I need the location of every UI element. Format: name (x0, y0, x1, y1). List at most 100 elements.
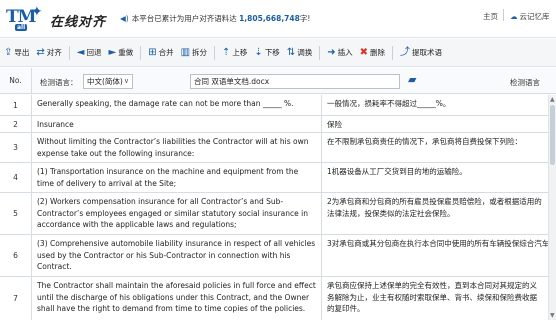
file-name-field[interactable]: 合同 双语单文档.docx (190, 74, 400, 89)
nav-divider (503, 9, 504, 21)
split-label: 拆分 (192, 48, 208, 57)
move-up-button[interactable]: ⇡ 上移 (222, 47, 247, 58)
alignment-table: 1 Generally speaking, the damage rate ca… (0, 95, 548, 320)
source-cell[interactable]: The Contractor shall maintain the afores… (32, 277, 322, 320)
align-icon: ⇄ (36, 46, 45, 58)
speaker-icon: ◀) (120, 14, 129, 23)
source-cell[interactable]: Generally speaking, the damage rate can … (32, 95, 322, 115)
delete-button[interactable]: ✖ 删除 (360, 47, 385, 58)
undo-icon: ◄ (76, 46, 85, 58)
row-number: 7 (0, 277, 32, 320)
align-button[interactable]: ⇄ 对齐 (36, 47, 61, 58)
merge-button[interactable]: ⊞ 合并 (148, 47, 173, 58)
notice-suffix: 字! (299, 14, 311, 23)
target-cell[interactable]: 3对承包商或其分包商在执行本合同中使用的所有车辆投保综合汽车责任险。 (322, 235, 548, 276)
swap-icon: ⇅ (286, 46, 296, 58)
table-row[interactable]: 4 (1) Transportation insurance on the ma… (0, 163, 548, 193)
toolbar-divider (140, 45, 142, 60)
target-cell[interactable]: 2为承包商和分包商的所有雇员投保雇员赔偿险，或者根据适用的法律法规，投保类似的法… (322, 193, 548, 234)
redo-icon: ► (108, 46, 117, 58)
swap-label: 调换 (297, 48, 313, 57)
swap-button[interactable]: ⇅ 调换 (287, 47, 312, 58)
table-row[interactable]: 6 (3) Comprehensive automobile liability… (0, 235, 548, 277)
table-row[interactable]: 3 Without limiting the Contractor’s liab… (0, 133, 548, 163)
target-cell[interactable]: 一般情况，损耗率不得超过_____%。 (322, 95, 548, 115)
source-language-select[interactable]: 中文(简体) ∨ (83, 74, 133, 89)
scroll-down-icon[interactable]: ▼ (550, 312, 555, 319)
cloud-label: 云记忆库 (519, 12, 550, 21)
row-number: 6 (0, 235, 32, 276)
insert-button[interactable]: ➜ 插入 (327, 47, 352, 58)
insert-label: 插入 (337, 48, 353, 57)
file-name-value: 合同 双语单文档.docx (194, 77, 270, 86)
source-language-value: 中文(简体) (87, 77, 123, 86)
split-icon: ▥ (180, 46, 191, 58)
column-header-no: No. (0, 68, 32, 94)
row-number: 2 (0, 116, 32, 132)
table-row[interactable]: 7 The Contractor shall maintain the afor… (0, 277, 548, 320)
align-label: 对齐 (46, 48, 62, 57)
detect-language-label: 检测语言： (40, 78, 78, 87)
move-down-icon: ⇣ (254, 46, 263, 58)
target-cell[interactable]: 1机器设备从工厂交货到目的地的运输险。 (322, 163, 548, 192)
notice-prefix: 本平台已累计为用户对齐语料达 (131, 14, 237, 23)
app-header: TM all ✦ 在线对齐 ◀) 本平台已累计为用户对齐语料达 1,805,668… (0, 0, 556, 38)
extract-terms-button[interactable]: ⤴ 提取术语 (400, 47, 442, 58)
redo-button[interactable]: ► 重做 (108, 47, 133, 58)
insert-icon: ➜ (327, 46, 336, 58)
language-bar: No. 检测语言： 中文(简体) ∨ 合同 双语单文档.docx ▰ 检测语言 (0, 68, 556, 94)
notice-count: 1,805,668,748 (239, 14, 300, 23)
merge-icon: ⊞ (148, 46, 157, 58)
delete-label: 删除 (369, 48, 385, 57)
row-number: 5 (0, 193, 32, 234)
toolbar-divider (214, 45, 216, 60)
toolbar-divider (391, 45, 393, 60)
target-cell[interactable]: 保险 (322, 116, 548, 132)
logo-sub: all (15, 24, 28, 31)
undo-label: 回退 (86, 48, 102, 57)
cloud-icon: ☁ (510, 12, 518, 21)
source-cell[interactable]: (2) Workers compensation insurance for a… (32, 193, 322, 234)
move-down-button[interactable]: ⇣ 下移 (254, 47, 279, 58)
export-icon: ⇪ (4, 46, 13, 58)
app-logo[interactable]: TM all ✦ 在线对齐 (6, 4, 116, 33)
row-number: 4 (0, 163, 32, 192)
vertical-scrollbar[interactable]: ▲ ▼ (548, 95, 556, 320)
nav-home-link[interactable]: 主页 (483, 11, 498, 22)
scrollbar-thumb[interactable] (550, 105, 555, 165)
toolbar-divider (319, 45, 321, 60)
source-cell[interactable]: (1) Transportation insurance on the mach… (32, 163, 322, 192)
redo-label: 重做 (118, 48, 134, 57)
split-button[interactable]: ▥ 拆分 (181, 47, 207, 58)
move-up-icon: ⇡ (222, 46, 231, 58)
folder-icon[interactable]: ▰ (408, 74, 416, 85)
source-cell[interactable]: Insurance (32, 116, 322, 132)
table-row[interactable]: 1 Generally speaking, the damage rate ca… (0, 95, 548, 116)
scroll-up-icon[interactable]: ▲ (550, 96, 555, 103)
delete-icon: ✖ (359, 46, 368, 58)
merge-label: 合并 (158, 48, 174, 57)
source-cell[interactable]: Without limiting the Contractor’s liabil… (32, 133, 322, 162)
cloud-memory-link[interactable]: ☁ 云记忆库 (510, 11, 550, 22)
target-cell[interactable]: 承包商应保持上述保单的完全有效性，直到本合同对其规定的义务解除为止，业主有权随时… (322, 277, 548, 320)
target-cell[interactable]: 在不限制承包商责任的情况下，承包商将自费投保下列险： (322, 133, 548, 162)
extract-terms-label: 提取术语 (411, 48, 442, 57)
row-number: 1 (0, 95, 32, 115)
undo-button[interactable]: ◄ 回退 (77, 47, 102, 58)
chevron-down-icon: ∨ (123, 77, 129, 85)
move-down-label: 下移 (264, 48, 280, 57)
extract-terms-icon: ⤴ (399, 46, 410, 58)
export-button[interactable]: ⇪ 导出 (4, 47, 29, 58)
usage-notice: ◀) 本平台已累计为用户对齐语料达 1,805,668,748字! (120, 13, 310, 24)
table-row[interactable]: 5 (2) Workers compensation insurance for… (0, 193, 548, 235)
export-label: 导出 (14, 48, 30, 57)
toolbar-divider (68, 45, 70, 60)
row-number: 3 (0, 133, 32, 162)
logo-star-icon: ✦ (31, 4, 43, 20)
move-up-label: 上移 (232, 48, 248, 57)
detect-language-label-right: 检测语言 (510, 78, 540, 87)
logo-title: 在线对齐 (50, 15, 107, 30)
source-cell[interactable]: (3) Comprehensive automobile liability i… (32, 235, 322, 276)
toolbar: ⇪ 导出 ⇄ 对齐 ◄ 回退 ► 重做 ⊞ 合并 ▥ 拆分 ⇡ 上移 ⇣ 下移 ⇅ 调换 ➜ 插入 … (0, 39, 556, 67)
table-row[interactable]: 2 Insurance 保险 (0, 116, 548, 133)
